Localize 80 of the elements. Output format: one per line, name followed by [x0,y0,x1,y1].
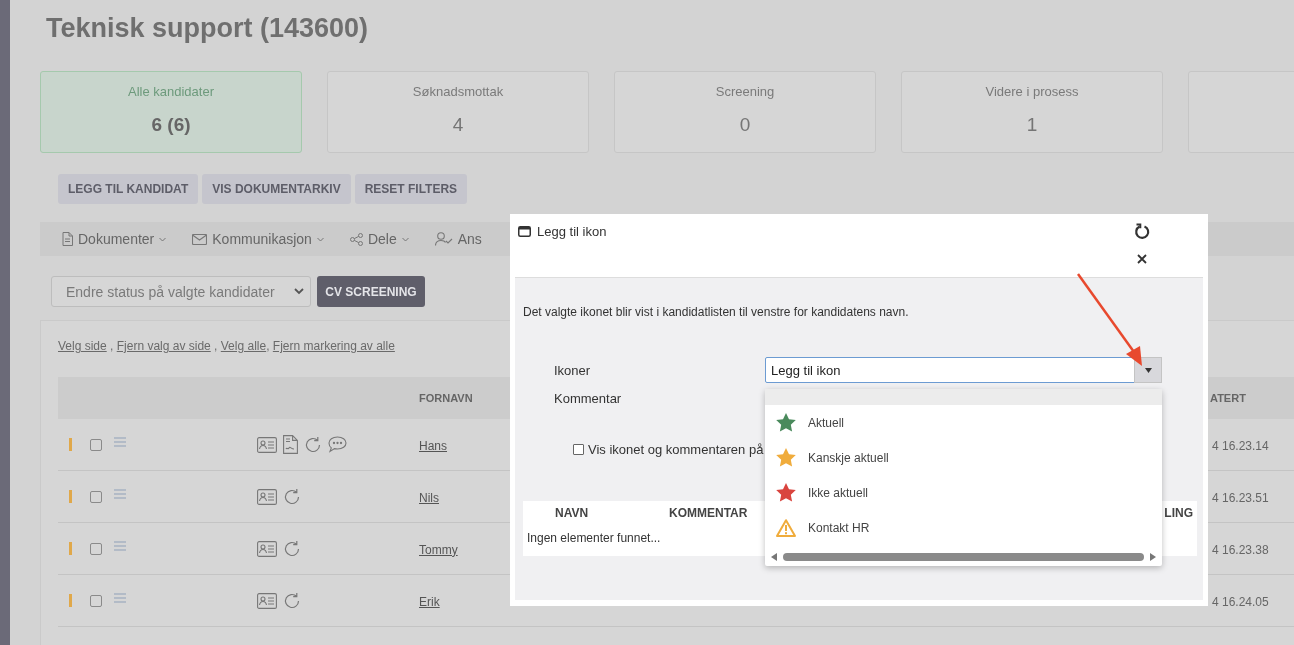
first-name-link[interactable]: Nils [419,490,439,505]
close-icon[interactable] [1137,254,1147,264]
status-flag [69,594,72,607]
column-header: ATERT [1210,392,1247,404]
column-header: FORNAVN [419,392,473,404]
refresh-icon[interactable] [1134,223,1150,240]
dialog-title: Legg til ikon [537,223,607,239]
window-icon [518,225,531,237]
document-icon[interactable] [283,435,298,454]
person-check-icon [434,232,453,246]
card-count: 0 [739,114,751,136]
toolbar-menu[interactable]: Dokumenter [62,231,167,247]
action-button[interactable]: VIS DOKUMENTARKIV [202,174,351,204]
chat-bubble-icon[interactable] [328,436,347,453]
chevron-down-icon [294,288,304,295]
status-select[interactable]: Endre status på valgte kandidater [51,276,311,307]
checkbox-label: Vis ikonet og kommentaren på [588,442,764,457]
card-label: Videre i prosess [985,84,1079,99]
scroll-right-icon[interactable] [1150,553,1156,561]
mail-icon [192,233,208,245]
status-card[interactable]: Screening 0 [614,71,876,153]
status-flag [69,542,72,555]
row-checkbox[interactable] [90,594,102,607]
page-title: Teknisk support (143600) [46,12,370,45]
horizontal-scrollbar[interactable] [771,552,1156,562]
column-header: KOMMENTAR [669,506,748,520]
first-name-link[interactable]: Erik [419,594,440,609]
column-header: LING [1164,506,1193,520]
status-card[interactable]: Søknadsmottak 4 [327,71,589,153]
id-card-icon[interactable] [257,540,277,557]
updated-cell: 4 16.23.51 [1212,490,1269,505]
dropdown-toggle[interactable] [1134,357,1162,383]
card-count: 1 [1026,114,1038,136]
dropdown-option[interactable]: Ikke aktuell [765,475,1162,510]
first-name-link[interactable]: Tommy [419,542,458,557]
cv-screening-button[interactable]: CV SCREENING [317,276,425,307]
toolbar-menu[interactable]: Dele [349,231,409,247]
row-checkbox[interactable] [90,490,102,503]
id-card-icon[interactable] [257,488,277,505]
selection-link[interactable]: Fjern valg av side [116,339,211,353]
id-card-icon[interactable] [257,436,277,453]
updated-cell: 4 16.24.05 [1212,594,1269,609]
separator-text: , [109,339,115,353]
toolbar-menu[interactable]: Kommunikasjon [192,231,324,247]
field-label: Ikoner [553,362,592,378]
card-label: Alle kandidater [128,84,214,99]
column-header: NAVN [555,506,589,520]
updated-cell: 4 16.23.14 [1212,438,1269,453]
selection-link[interactable]: Fjern markering av alle [272,339,395,353]
id-card-icon[interactable] [257,592,277,609]
selection-link[interactable]: Velg side [58,339,107,353]
separator-text: , [266,339,271,353]
status-card[interactable]: Videre i prosess 1 [901,71,1163,153]
share-icon [349,232,363,246]
scroll-left-icon[interactable] [771,553,777,561]
dropdown-option[interactable]: Kanskje aktuell [765,440,1162,475]
caret-down-icon [1144,367,1152,373]
checkbox[interactable] [573,444,584,455]
separator-text: , [213,339,219,353]
toolbar-menu[interactable]: Ans [434,231,482,247]
icon-combobox[interactable]: Legg til ikon [765,357,1162,383]
first-name-link[interactable]: Hans [419,438,447,453]
empty-message: Ingen elementer funnet... [527,531,662,545]
row-checkbox[interactable] [90,542,102,555]
action-button[interactable]: LEGG TIL KANDIDAT [58,174,199,204]
card-label: Søknadsmottak [412,84,504,99]
dialog-description: Det valgte ikonet blir vist i kandidatlisten til venstre for kandidatens navn. [523,305,910,319]
status-flag [69,438,72,451]
card-label: Screening [715,84,775,99]
document-icon [62,232,73,246]
updated-cell: 4 16.23.38 [1212,542,1269,557]
card-count: 4 [452,114,464,136]
status-card[interactable]: Alle kandidater 6 (6) [40,71,302,153]
card-count: 6 (6) [151,114,191,136]
action-button[interactable]: RESET FILTERS [354,174,468,204]
status-flag [69,490,72,503]
dropdown-option[interactable]: Kontakt HR [765,510,1162,545]
dropdown-option[interactable]: Aktuell [765,405,1162,440]
field-label: Kommentar [553,391,623,406]
row-checkbox[interactable] [90,438,102,451]
